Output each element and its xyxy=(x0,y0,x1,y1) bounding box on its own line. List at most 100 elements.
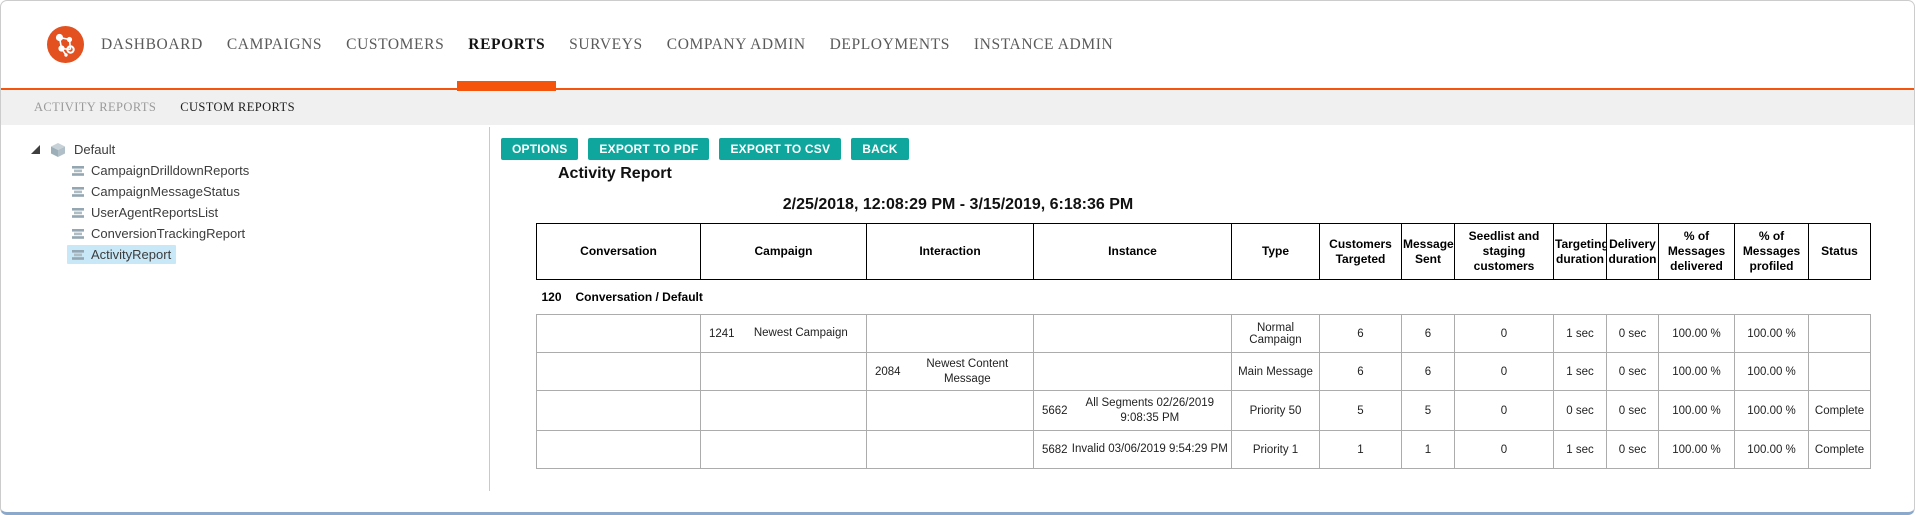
col-header-campaign: Campaign xyxy=(700,223,867,280)
status-cell xyxy=(1808,314,1871,353)
messages-sent-cell: 5 xyxy=(1401,390,1455,431)
col-header-seedlist-staging: Seedlist and staging customers xyxy=(1454,223,1554,280)
status-cell: Complete xyxy=(1808,390,1871,431)
table-row: 5682 Invalid 03/06/2019 9:54:29 PM Priori… xyxy=(536,430,1871,469)
col-header-instance: Instance xyxy=(1033,223,1232,280)
nav-item-surveys[interactable]: SURVEYS xyxy=(569,35,643,55)
primary-nav: DASHBOARD CAMPAIGNS CUSTOMERS REPORTS SU… xyxy=(101,35,1113,91)
instance-id: 5682 xyxy=(1042,443,1068,456)
nav-item-customers[interactable]: CUSTOMERS xyxy=(346,35,444,55)
seedlist-staging-cell: 0 xyxy=(1454,390,1554,431)
conversation-id: 120 xyxy=(541,290,562,304)
export-to-pdf-button[interactable]: EXPORT TO PDF xyxy=(588,138,710,160)
report-stack-icon xyxy=(72,207,84,218)
col-header-messages-sent: Messages Sent xyxy=(1401,223,1455,280)
seedlist-staging-cell: 0 xyxy=(1454,430,1554,469)
seedlist-staging-cell: 0 xyxy=(1454,314,1554,353)
nav-item-instance-admin[interactable]: INSTANCE ADMIN xyxy=(974,35,1113,55)
cube-icon xyxy=(51,142,65,157)
campaign-id: 1241 xyxy=(709,327,735,340)
interaction-name: Newest Content Message xyxy=(926,357,1009,385)
activity-report-table: Conversation Campaign Interaction Instan… xyxy=(536,223,1871,469)
col-header-customers-targeted: Customers Targeted xyxy=(1319,223,1402,280)
nav-item-deployments[interactable]: DEPLOYMENTS xyxy=(830,35,950,55)
app-window: DASHBOARD CAMPAIGNS CUSTOMERS REPORTS SU… xyxy=(0,0,1915,515)
col-header-pct-profiled: % of Messages profiled xyxy=(1734,223,1809,280)
targeting-duration-cell: 0 sec xyxy=(1553,390,1607,431)
type-cell: Priority 50 xyxy=(1231,390,1320,431)
nav-item-campaigns[interactable]: CAMPAIGNS xyxy=(227,35,322,55)
customers-targeted-cell: 6 xyxy=(1319,314,1402,353)
tree-item-label[interactable]: UserAgentReportsList xyxy=(91,205,218,220)
status-cell: Complete xyxy=(1808,430,1871,469)
tree-item-label[interactable]: CampaignDrilldownReports xyxy=(91,163,249,178)
delivery-duration-cell: 0 sec xyxy=(1606,390,1659,431)
tree-item-label[interactable]: ConversionTrackingReport xyxy=(91,226,245,241)
status-cell xyxy=(1808,352,1871,391)
col-header-status: Status xyxy=(1808,223,1871,280)
messages-sent-cell: 6 xyxy=(1401,352,1455,391)
table-row: 1241 Newest Campaign Normal Campaign 6 6 … xyxy=(536,314,1871,353)
pct-profiled-cell: 100.00 % xyxy=(1734,390,1809,431)
report-stack-icon xyxy=(72,228,84,239)
options-button[interactable]: OPTIONS xyxy=(501,138,579,160)
tree-item-label[interactable]: CampaignMessageStatus xyxy=(91,184,240,199)
targeting-duration-cell: 1 sec xyxy=(1553,314,1607,353)
pct-profiled-cell: 100.00 % xyxy=(1734,352,1809,391)
report-title: Activity Report xyxy=(558,165,672,182)
col-header-type: Type xyxy=(1231,223,1320,280)
customers-targeted-cell: 6 xyxy=(1319,352,1402,391)
campaign-name: Newest Campaign xyxy=(753,327,848,340)
nav-item-reports[interactable]: REPORTS xyxy=(457,35,557,91)
table-row: 2084 Newest Content Message Main Message … xyxy=(536,352,1871,391)
subnav-item-activity-reports[interactable]: ACTIVITY REPORTS xyxy=(34,100,156,115)
tree-item-user-agent-reports-list[interactable]: UserAgentReportsList xyxy=(1,202,489,223)
secondary-navigation-bar: ACTIVITY REPORTS CUSTOM REPORTS xyxy=(1,90,1914,125)
export-to-csv-button[interactable]: EXPORT TO CSV xyxy=(719,138,842,160)
pct-delivered-cell: 100.00 % xyxy=(1658,390,1735,431)
table-header-row: Conversation Campaign Interaction Instan… xyxy=(536,223,1871,280)
report-date-range: 2/25/2018, 12:08:29 PM - 3/15/2019, 6:18… xyxy=(782,196,1134,213)
delivery-duration-cell: 0 sec xyxy=(1606,430,1659,469)
tree-root-default[interactable]: Default xyxy=(1,139,489,160)
pct-profiled-cell: 100.00 % xyxy=(1734,314,1809,353)
nav-item-dashboard[interactable]: DASHBOARD xyxy=(101,35,203,55)
tree-root-label[interactable]: Default xyxy=(74,142,115,157)
tree-expanded-arrow-icon[interactable] xyxy=(31,145,40,154)
report-stack-icon xyxy=(72,186,84,197)
col-header-conversation: Conversation xyxy=(536,223,701,280)
tree-item-conversion-tracking-report[interactable]: ConversionTrackingReport xyxy=(1,223,489,244)
brand-logo-icon[interactable] xyxy=(47,26,84,63)
messages-sent-cell: 6 xyxy=(1401,314,1455,353)
tree-item-label[interactable]: ActivityReport xyxy=(91,247,171,262)
seedlist-staging-cell: 0 xyxy=(1454,352,1554,391)
pct-delivered-cell: 100.00 % xyxy=(1658,352,1735,391)
back-button[interactable]: BACK xyxy=(851,138,909,160)
col-header-interaction: Interaction xyxy=(866,223,1034,280)
messages-sent-cell: 1 xyxy=(1401,430,1455,469)
tree-item-activity-report[interactable]: ActivityReport xyxy=(1,244,489,265)
subnav-item-custom-reports[interactable]: CUSTOM REPORTS xyxy=(180,100,295,115)
tree-item-campaign-message-status[interactable]: CampaignMessageStatus xyxy=(1,181,489,202)
col-header-targeting-duration: Targeting duration xyxy=(1553,223,1607,280)
tree-selected-highlight[interactable]: ActivityReport xyxy=(67,245,177,264)
report-stack-icon xyxy=(72,165,84,176)
instance-name: Invalid 03/06/2019 9:54:29 PM xyxy=(1071,443,1228,456)
col-header-delivery-duration: Delivery duration xyxy=(1606,223,1659,280)
report-stack-icon xyxy=(72,249,84,260)
type-cell: Normal Campaign xyxy=(1231,314,1320,353)
conversation-group-row: 120 Conversation / Default xyxy=(536,279,1871,315)
pct-delivered-cell: 100.00 % xyxy=(1658,430,1735,469)
top-navigation-bar: DASHBOARD CAMPAIGNS CUSTOMERS REPORTS SU… xyxy=(1,1,1914,91)
conversation-label: Conversation / Default xyxy=(575,290,703,304)
interaction-id: 2084 xyxy=(875,365,901,378)
table-row: 5662 All Segments 02/26/2019 9:08:35 PM P… xyxy=(536,390,1871,431)
report-tree-panel: Default CampaignDrilldownReports Campaig… xyxy=(1,127,490,491)
delivery-duration-cell: 0 sec xyxy=(1606,352,1659,391)
nav-item-company-admin[interactable]: COMPANY ADMIN xyxy=(667,35,806,55)
tree-item-campaign-drilldown-reports[interactable]: CampaignDrilldownReports xyxy=(1,160,489,181)
report-toolbar: OPTIONS EXPORT TO PDF EXPORT TO CSV BACK xyxy=(501,138,909,160)
type-cell: Priority 1 xyxy=(1231,430,1320,469)
type-cell: Main Message xyxy=(1231,352,1320,391)
targeting-duration-cell: 1 sec xyxy=(1553,430,1607,469)
